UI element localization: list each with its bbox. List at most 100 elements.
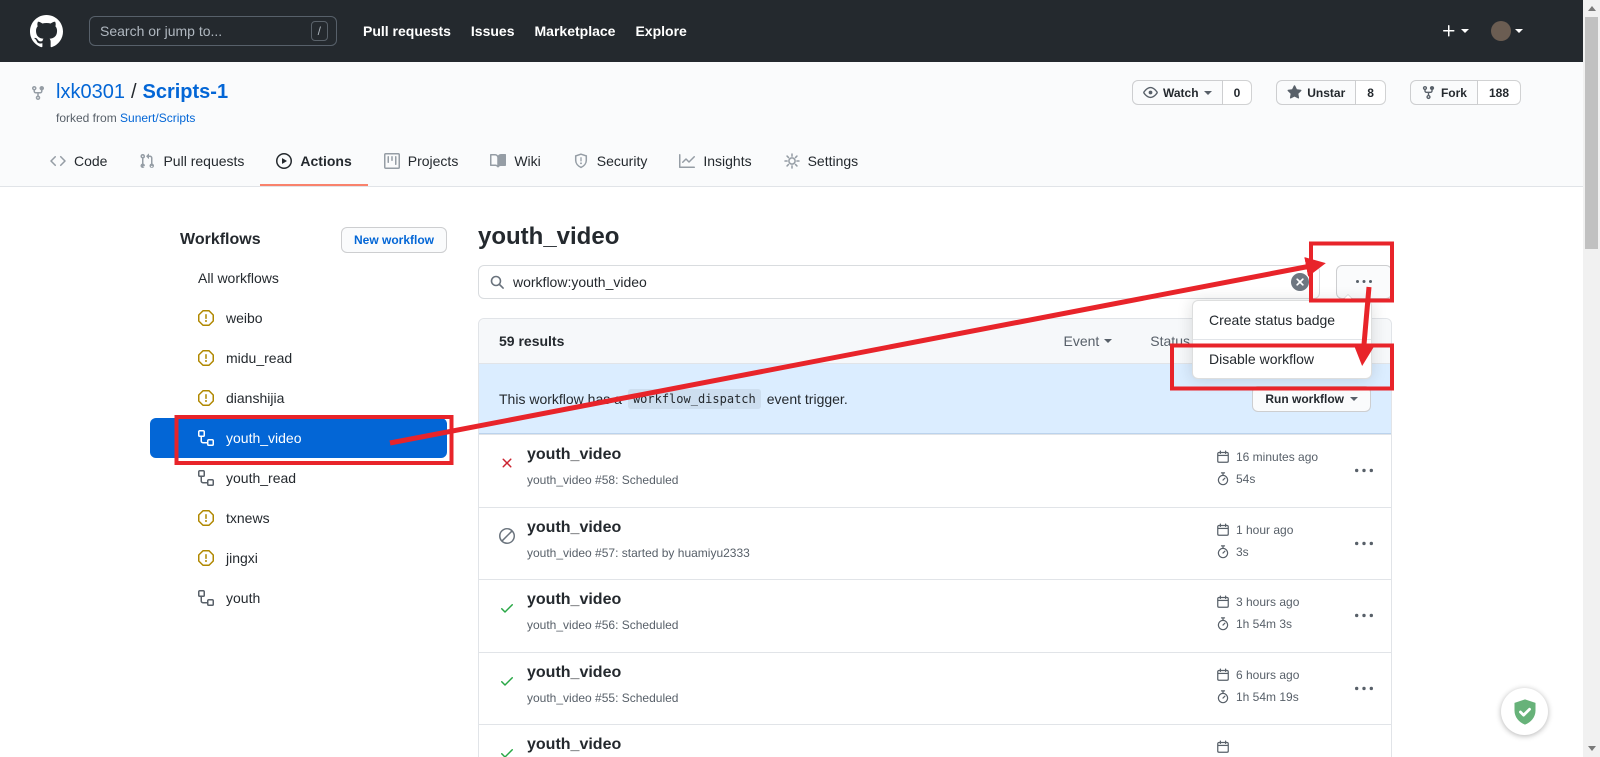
- calendar-icon: [1216, 595, 1230, 609]
- repo-separator: /: [131, 81, 137, 104]
- tab-code[interactable]: Code: [34, 138, 123, 186]
- scroll-down-arrow[interactable]: [1583, 740, 1600, 757]
- sidebar-item-youth-video[interactable]: youth_video: [150, 418, 447, 458]
- fork-source-link[interactable]: Sunert/Scripts: [120, 111, 195, 125]
- stopwatch-icon: [1216, 617, 1230, 631]
- sidebar-item-dianshijia[interactable]: dianshijia: [150, 378, 447, 418]
- sidebar-item-youth[interactable]: youth: [150, 578, 447, 618]
- nav-explore[interactable]: Explore: [635, 23, 686, 39]
- star-icon: [1287, 85, 1302, 100]
- create-new-dropdown[interactable]: [1441, 23, 1469, 39]
- run-row-58: youth_video youth_video #58: Scheduled 1…: [479, 434, 1391, 507]
- tab-settings[interactable]: Settings: [768, 138, 875, 186]
- run-duration: 3s: [1236, 545, 1249, 559]
- nav-marketplace[interactable]: Marketplace: [535, 23, 616, 39]
- code-icon: [50, 153, 66, 169]
- repo-header: lxk0301 / Scripts-1 forked from Sunert/S…: [0, 62, 1583, 187]
- repo-owner-link[interactable]: lxk0301: [56, 81, 125, 104]
- stopwatch-icon: [1216, 690, 1230, 704]
- repo-forked-icon: [1421, 85, 1436, 100]
- fork-button[interactable]: Fork: [1410, 80, 1478, 105]
- calendar-icon: [1216, 450, 1230, 464]
- run-title-link[interactable]: youth_video: [527, 591, 621, 609]
- watch-count[interactable]: 0: [1223, 80, 1253, 105]
- watch-button[interactable]: Watch: [1132, 80, 1223, 105]
- run-title-link[interactable]: youth_video: [527, 664, 621, 682]
- sidebar-item-txnews[interactable]: txnews: [150, 498, 447, 538]
- calendar-icon: [1216, 523, 1230, 537]
- chevron-down-icon: [1104, 339, 1112, 347]
- nav-pull-requests[interactable]: Pull requests: [363, 23, 451, 39]
- star-count[interactable]: 8: [1356, 80, 1386, 105]
- warning-icon: [198, 390, 214, 406]
- tab-pull-requests[interactable]: Pull requests: [123, 138, 260, 186]
- project-icon: [384, 153, 400, 169]
- github-logo-icon[interactable]: [30, 15, 63, 48]
- check-success-icon: [499, 745, 515, 757]
- github-actions-page: Search or jump to... / Pull requests Iss…: [0, 0, 1600, 757]
- run-title-link[interactable]: youth_video: [527, 736, 621, 754]
- run-duration: 1h 54m 19s: [1236, 690, 1299, 704]
- event-filter-dropdown[interactable]: Event: [1063, 333, 1112, 349]
- sidebar-item-weibo[interactable]: weibo: [150, 298, 447, 338]
- adblock-shield-button[interactable]: [1501, 688, 1548, 735]
- repo-action-buttons: Watch 0 Unstar 8 Fork 188: [1132, 80, 1521, 105]
- star-button-group: Unstar 8: [1276, 80, 1386, 105]
- book-icon: [490, 153, 506, 169]
- kebab-horizontal-icon: [1356, 274, 1372, 290]
- unstar-button[interactable]: Unstar: [1276, 80, 1356, 105]
- chevron-down-icon: [1204, 91, 1212, 99]
- run-options-icon[interactable]: [1355, 607, 1373, 625]
- sidebar-item-all-workflows[interactable]: All workflows: [150, 258, 447, 298]
- tab-insights[interactable]: Insights: [663, 138, 767, 186]
- warning-icon: [198, 310, 214, 326]
- workflows-sidebar: Workflows New workflow All workflows wei…: [150, 224, 447, 618]
- fork-count[interactable]: 188: [1478, 80, 1521, 105]
- stopwatch-icon: [1216, 472, 1230, 486]
- user-menu-dropdown[interactable]: [1491, 21, 1523, 41]
- run-description: youth_video #58: Scheduled: [527, 473, 678, 487]
- run-options-icon[interactable]: [1355, 680, 1373, 698]
- cancelled-icon: [499, 528, 515, 544]
- new-workflow-button[interactable]: New workflow: [341, 227, 447, 253]
- sidebar-item-jingxi[interactable]: jingxi: [150, 538, 447, 578]
- tab-security[interactable]: Security: [557, 138, 664, 186]
- run-duration: 1h 54m 3s: [1236, 617, 1292, 631]
- run-description: youth_video #55: Scheduled: [527, 691, 678, 705]
- scrollbar-thumb[interactable]: [1585, 17, 1598, 249]
- slash-key-hint: /: [311, 21, 328, 41]
- menu-item-create-status-badge[interactable]: Create status badge: [1193, 301, 1371, 339]
- tab-wiki[interactable]: Wiki: [474, 138, 556, 186]
- git-pull-request-icon: [139, 153, 155, 169]
- repo-name-link[interactable]: Scripts-1: [143, 81, 229, 104]
- run-date: 3 hours ago: [1236, 595, 1299, 609]
- clear-search-icon[interactable]: [1291, 273, 1309, 291]
- run-options-icon[interactable]: [1355, 535, 1373, 553]
- nav-issues[interactable]: Issues: [471, 23, 515, 39]
- header-search-input[interactable]: Search or jump to... /: [89, 16, 337, 46]
- scroll-up-arrow[interactable]: [1583, 0, 1600, 17]
- run-workflow-button[interactable]: Run workflow: [1252, 386, 1371, 412]
- run-title-link[interactable]: youth_video: [527, 519, 621, 537]
- browser-scrollbar[interactable]: [1583, 0, 1600, 757]
- play-icon: [276, 153, 292, 169]
- header-nav: Pull requests Issues Marketplace Explore: [363, 23, 687, 39]
- run-title-link[interactable]: youth_video: [527, 446, 621, 464]
- run-description: youth_video #56: Scheduled: [527, 618, 678, 632]
- sidebar-item-youth-read[interactable]: youth_read: [150, 458, 447, 498]
- warning-icon: [198, 550, 214, 566]
- eye-icon: [1143, 85, 1158, 100]
- header-search-placeholder: Search or jump to...: [100, 23, 311, 39]
- sidebar-item-midu-read[interactable]: midu_read: [150, 338, 447, 378]
- run-row-partial: youth_video: [479, 724, 1391, 757]
- run-date: 16 minutes ago: [1236, 450, 1318, 464]
- workflow-icon: [198, 430, 214, 446]
- workflow-dispatch-code: workflow_dispatch: [628, 389, 761, 409]
- workflow-list: All workflows weibo midu_read dianshijia…: [150, 258, 447, 618]
- menu-item-disable-workflow[interactable]: Disable workflow: [1193, 340, 1371, 378]
- run-options-icon[interactable]: [1355, 462, 1373, 480]
- gear-icon: [784, 153, 800, 169]
- workflow-search-input[interactable]: workflow:youth_video: [478, 265, 1320, 299]
- tab-projects[interactable]: Projects: [368, 138, 475, 186]
- tab-actions[interactable]: Actions: [260, 138, 367, 186]
